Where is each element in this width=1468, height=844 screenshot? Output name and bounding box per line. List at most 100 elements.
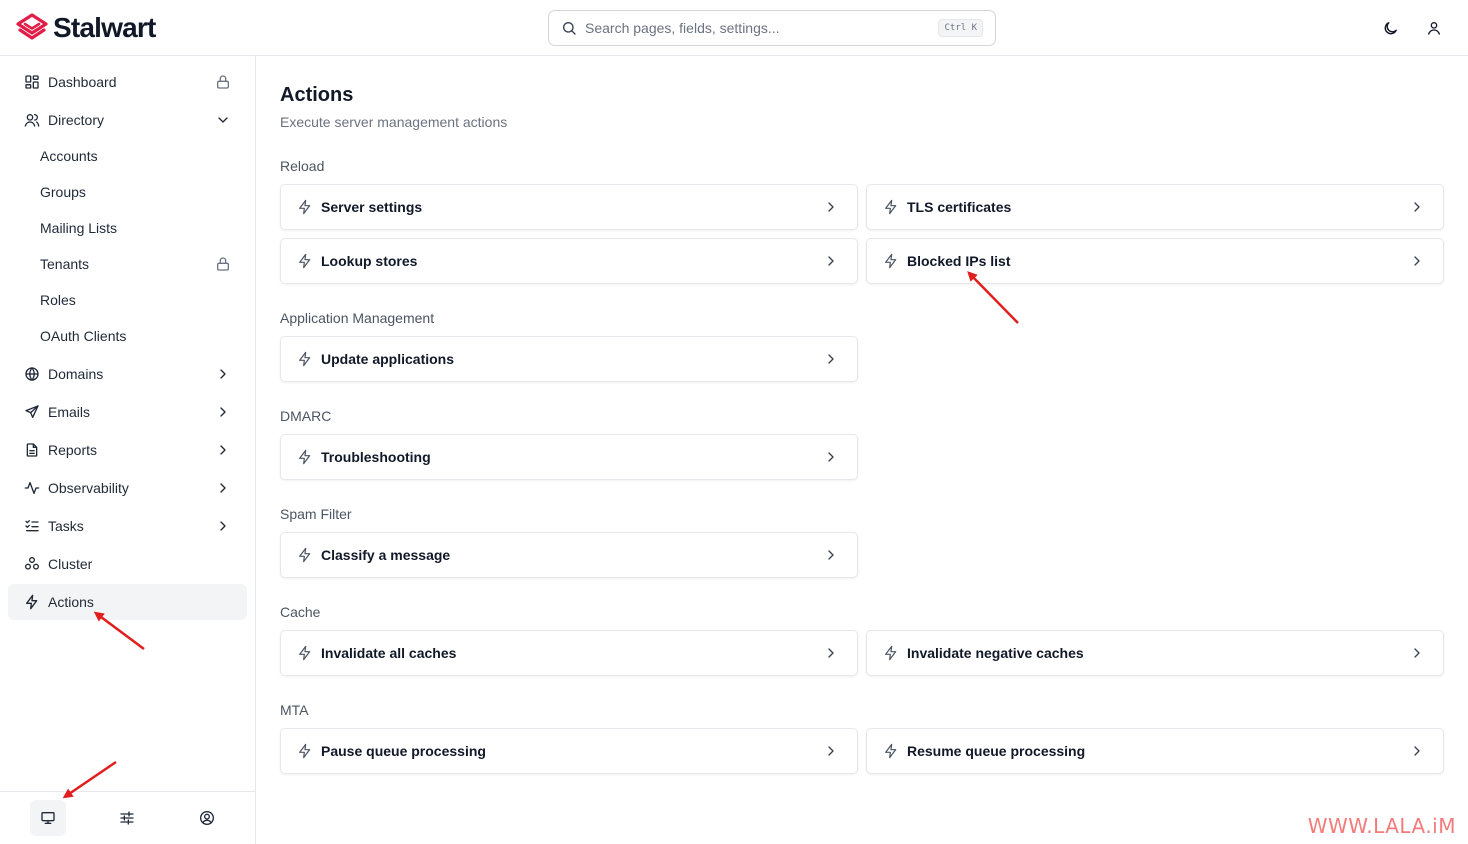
sidebar-item-directory[interactable]: Directory [8,102,247,138]
sidebar-item-label: Directory [48,112,105,128]
report-icon [24,442,40,458]
sidebar-item-dashboard[interactable]: Dashboard [8,64,247,100]
sidebar-item-label: Dashboard [48,74,117,90]
sidebar-item-cluster[interactable]: Cluster [8,546,247,582]
action-label: Lookup stores [321,253,418,269]
lock-icon [215,256,231,272]
section-label-mta: MTA [280,702,309,718]
action-card-invalidate-negative-caches[interactable]: Invalidate negative caches [866,630,1444,676]
action-card-server-settings[interactable]: Server settings [280,184,858,230]
bolt-icon [299,743,311,759]
action-label: Blocked IPs list [907,253,1011,269]
bolt-icon [885,253,897,269]
sidebar-item-label: Tasks [48,518,84,534]
sidebar-item-mailing-lists[interactable]: Mailing Lists [8,211,247,245]
bolt-icon [24,594,40,610]
sidebar-footer [0,791,255,844]
sidebar-item-label: Observability [48,480,129,496]
section-label-dmarc: DMARC [280,408,332,424]
moon-icon[interactable] [1378,16,1402,40]
chevron-right-icon [1414,202,1420,212]
bolt-icon [299,449,311,465]
bolt-icon [885,645,897,661]
bolt-icon [299,253,311,269]
sidebar-item-actions[interactable]: Actions [8,584,247,620]
sidebar-item-observability[interactable]: Observability [8,470,247,506]
activity-icon [24,480,40,496]
sidebar-item-emails[interactable]: Emails [8,394,247,430]
chevron-right-icon [828,746,834,756]
action-label: Troubleshooting [321,449,431,465]
chevron-right-icon [215,442,231,458]
sidebar-item-oauth-clients[interactable]: OAuth Clients [8,319,247,353]
dashboard-icon [24,74,40,90]
action-label: Server settings [321,199,423,215]
sidebar-item-label: OAuth Clients [40,328,127,344]
action-label: Pause queue processing [321,743,486,759]
sidebar-item-label: Domains [48,366,104,382]
action-label: Update applications [321,351,455,367]
page-subtitle: Execute server management actions [280,114,508,130]
monitor-button[interactable] [30,800,66,836]
account-button[interactable] [189,800,225,836]
search-placeholder: Search pages, fields, settings... [585,20,780,36]
user-icon[interactable] [1422,16,1446,40]
chevron-right-icon [828,202,834,212]
search-input[interactable]: Search pages, fields, settings... Ctrl K [548,10,996,46]
bolt-icon [299,547,311,563]
section-label-application-management: Application Management [280,310,435,326]
top-bar: Stalwart Search pages, fields, settings.… [0,0,1468,56]
page-title: Actions [280,84,354,106]
chevron-right-icon [215,518,231,534]
sidebar-item-groups[interactable]: Groups [8,175,247,209]
settings-button[interactable] [109,800,145,836]
stalwart-logo-icon [16,13,48,40]
sidebar-item-label: Emails [48,404,91,420]
sidebar-item-domains[interactable]: Domains [8,356,247,392]
watermark-text: WWW.LALA.iM [1307,814,1456,838]
sidebar-item-label: Mailing Lists [40,220,118,236]
action-label: Classify a message [321,547,451,563]
action-card-tls-certificates[interactable]: TLS certificates [866,184,1444,230]
action-card-resume-queue-processing[interactable]: Resume queue processing [866,728,1444,774]
sidebar: Dashboard Directory Accounts Groups Mail… [0,56,256,844]
sidebar-item-label: Roles [40,292,76,308]
chevron-right-icon [828,648,834,658]
action-card-lookup-stores[interactable]: Lookup stores [280,238,858,284]
sidebar-item-tasks[interactable]: Tasks [8,508,247,544]
section-label-reload: Reload [280,158,325,174]
sidebar-item-label: Cluster [48,556,93,572]
chevron-right-icon [828,256,834,266]
lock-icon [215,74,231,90]
action-card-classify-message[interactable]: Classify a message [280,532,858,578]
list-checks-icon [24,518,40,534]
action-label: Invalidate negative caches [907,645,1084,661]
main-content: Actions Execute server management action… [256,56,1468,844]
brand-logo[interactable]: Stalwart [16,12,156,44]
search-icon [563,22,576,35]
bolt-icon [885,199,897,215]
action-card-update-applications[interactable]: Update applications [280,336,858,382]
chevron-right-icon [215,480,231,496]
user-circle-icon [200,811,214,825]
users-icon [24,112,40,128]
action-card-pause-queue-processing[interactable]: Pause queue processing [280,728,858,774]
sidebar-item-label: Accounts [40,148,98,164]
section-label-cache: Cache [280,604,321,620]
action-label: TLS certificates [907,199,1012,215]
sidebar-item-roles[interactable]: Roles [8,283,247,317]
bolt-icon [299,645,311,661]
send-icon [24,404,40,420]
bolt-icon [299,199,311,215]
section-label-spam-filter: Spam Filter [280,506,352,522]
sidebar-item-reports[interactable]: Reports [8,432,247,468]
action-card-invalidate-all-caches[interactable]: Invalidate all caches [280,630,858,676]
action-card-blocked-ips-list[interactable]: Blocked IPs list [866,238,1444,284]
sidebar-item-accounts[interactable]: Accounts [8,139,247,173]
chevron-right-icon [215,404,231,420]
action-card-troubleshooting[interactable]: Troubleshooting [280,434,858,480]
sidebar-item-tenants[interactable]: Tenants [8,247,247,281]
search-shortcut-badge: Ctrl K [938,19,983,37]
chevron-down-icon [215,112,231,128]
chevron-right-icon [1414,256,1420,266]
